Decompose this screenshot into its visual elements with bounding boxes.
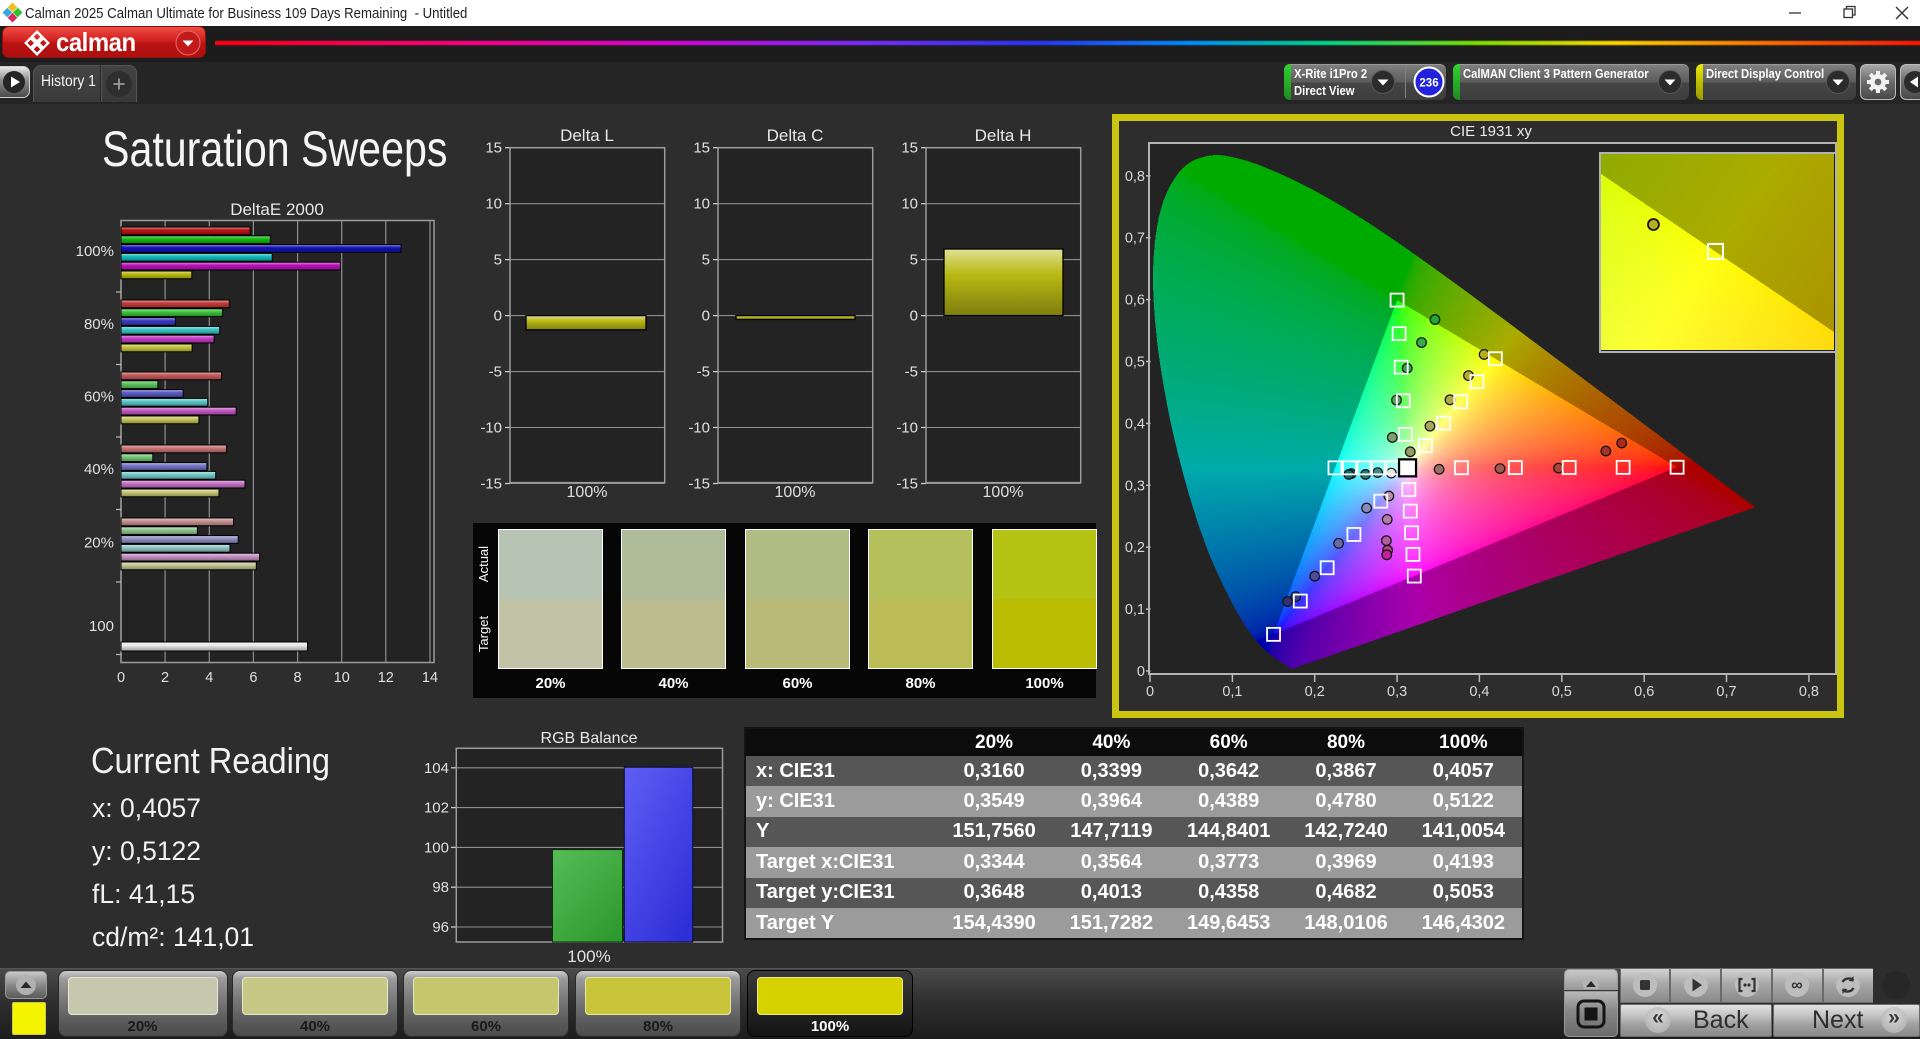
svg-text:0,7: 0,7 [1716,684,1736,700]
svg-text:20%: 20% [84,535,114,552]
svg-text:-15: -15 [688,476,710,493]
svg-text:0,5: 0,5 [1125,355,1145,371]
svg-text:100: 100 [424,839,449,856]
svg-text:5: 5 [494,252,502,269]
svg-text:-10: -10 [480,420,502,437]
svg-text:Delta L: Delta L [560,126,614,145]
svg-text:0,1: 0,1 [1222,684,1242,700]
svg-text:-10: -10 [896,420,918,437]
svg-text:∞: ∞ [1792,977,1803,994]
svg-text:0,8: 0,8 [1799,684,1819,700]
svg-text:-5: -5 [697,364,710,381]
svg-text:100%: 100% [76,243,114,260]
svg-text:0: 0 [1137,664,1145,680]
svg-text:40%: 40% [84,461,114,478]
svg-text:-10: -10 [688,420,710,437]
svg-text:0: 0 [702,308,710,325]
svg-text:-15: -15 [480,476,502,493]
svg-text:10: 10 [693,196,710,213]
svg-text:10: 10 [485,196,502,213]
svg-text:-5: -5 [489,364,502,381]
svg-text:100%: 100% [567,947,610,966]
svg-text:102: 102 [424,800,449,817]
svg-text:98: 98 [432,879,449,896]
svg-text:0: 0 [117,670,125,686]
svg-text:100%: 100% [775,484,816,501]
svg-text:0,2: 0,2 [1305,684,1325,700]
svg-text:0,8: 0,8 [1125,169,1145,185]
svg-text:0,3: 0,3 [1387,684,1407,700]
svg-text:10: 10 [901,196,918,213]
svg-text:0,6: 0,6 [1125,293,1145,309]
svg-text:80%: 80% [84,316,114,333]
svg-text:DeltaE 2000: DeltaE 2000 [230,200,324,219]
svg-text:96: 96 [432,919,449,936]
svg-text:12: 12 [378,670,394,686]
svg-text:Delta H: Delta H [975,126,1032,145]
svg-text:0,1: 0,1 [1125,602,1145,618]
svg-text:0,3: 0,3 [1125,478,1145,494]
svg-text:0,7: 0,7 [1125,231,1145,247]
svg-text:0,4: 0,4 [1125,416,1145,432]
svg-text:0,4: 0,4 [1469,684,1489,700]
svg-text:100%: 100% [983,484,1024,501]
svg-text:5: 5 [702,252,710,269]
svg-text:60%: 60% [84,389,114,406]
svg-text:8: 8 [294,670,302,686]
svg-text:0,5: 0,5 [1552,684,1572,700]
svg-text:2: 2 [161,670,169,686]
svg-text:10: 10 [334,670,350,686]
svg-text:14: 14 [422,670,438,686]
svg-text:-15: -15 [896,476,918,493]
svg-text:0: 0 [1146,684,1154,700]
svg-text:0: 0 [910,308,918,325]
svg-text:0,6: 0,6 [1634,684,1654,700]
svg-text:0: 0 [494,308,502,325]
svg-text:236: 236 [1419,78,1438,90]
svg-text:-5: -5 [905,364,918,381]
svg-text:0,2: 0,2 [1125,540,1145,556]
svg-text:15: 15 [693,140,710,157]
svg-text:Delta C: Delta C [767,126,824,145]
svg-text:RGB Balance: RGB Balance [541,730,638,747]
svg-text:100%: 100% [567,484,608,501]
svg-text:15: 15 [901,140,918,157]
svg-text:6: 6 [249,670,257,686]
svg-text:104: 104 [424,760,449,777]
svg-text:5: 5 [910,252,918,269]
svg-text:4: 4 [205,670,213,686]
svg-text:15: 15 [485,140,502,157]
svg-text:100: 100 [89,618,114,635]
